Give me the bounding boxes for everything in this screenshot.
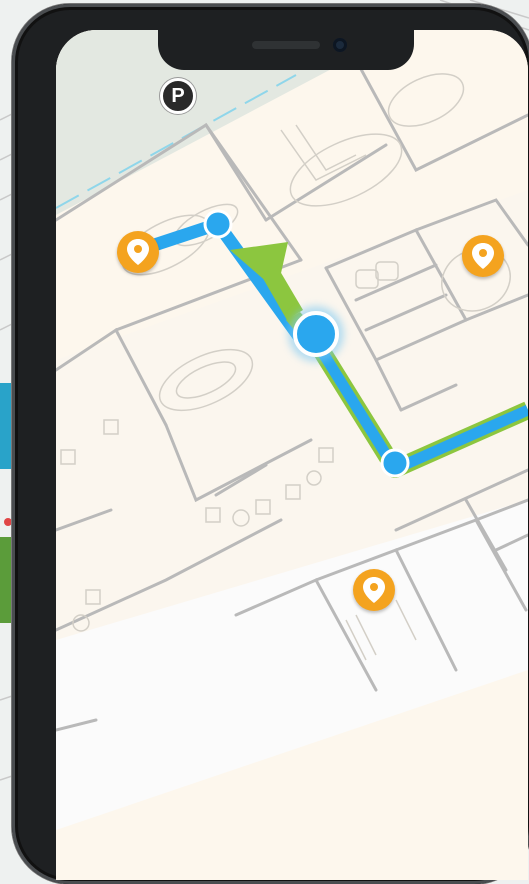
location-pin-icon[interactable] <box>117 231 159 273</box>
parking-icon[interactable]: P <box>160 78 196 114</box>
location-pin-icon[interactable] <box>462 235 504 277</box>
phone-frame: P <box>12 4 529 884</box>
location-pin-icon <box>127 239 149 265</box>
location-pin-icon <box>472 243 494 269</box>
route-waypoint-turn <box>380 448 410 478</box>
route-waypoint-start <box>203 209 233 239</box>
speaker-grille <box>252 41 320 49</box>
map-screen[interactable] <box>56 30 528 880</box>
phone-notch <box>158 26 414 70</box>
indoor-floor-plan[interactable] <box>56 30 528 880</box>
location-pin-icon[interactable] <box>353 569 395 611</box>
location-pin-icon <box>363 577 385 603</box>
camera-icon <box>333 38 347 52</box>
current-location-dot <box>293 311 339 357</box>
